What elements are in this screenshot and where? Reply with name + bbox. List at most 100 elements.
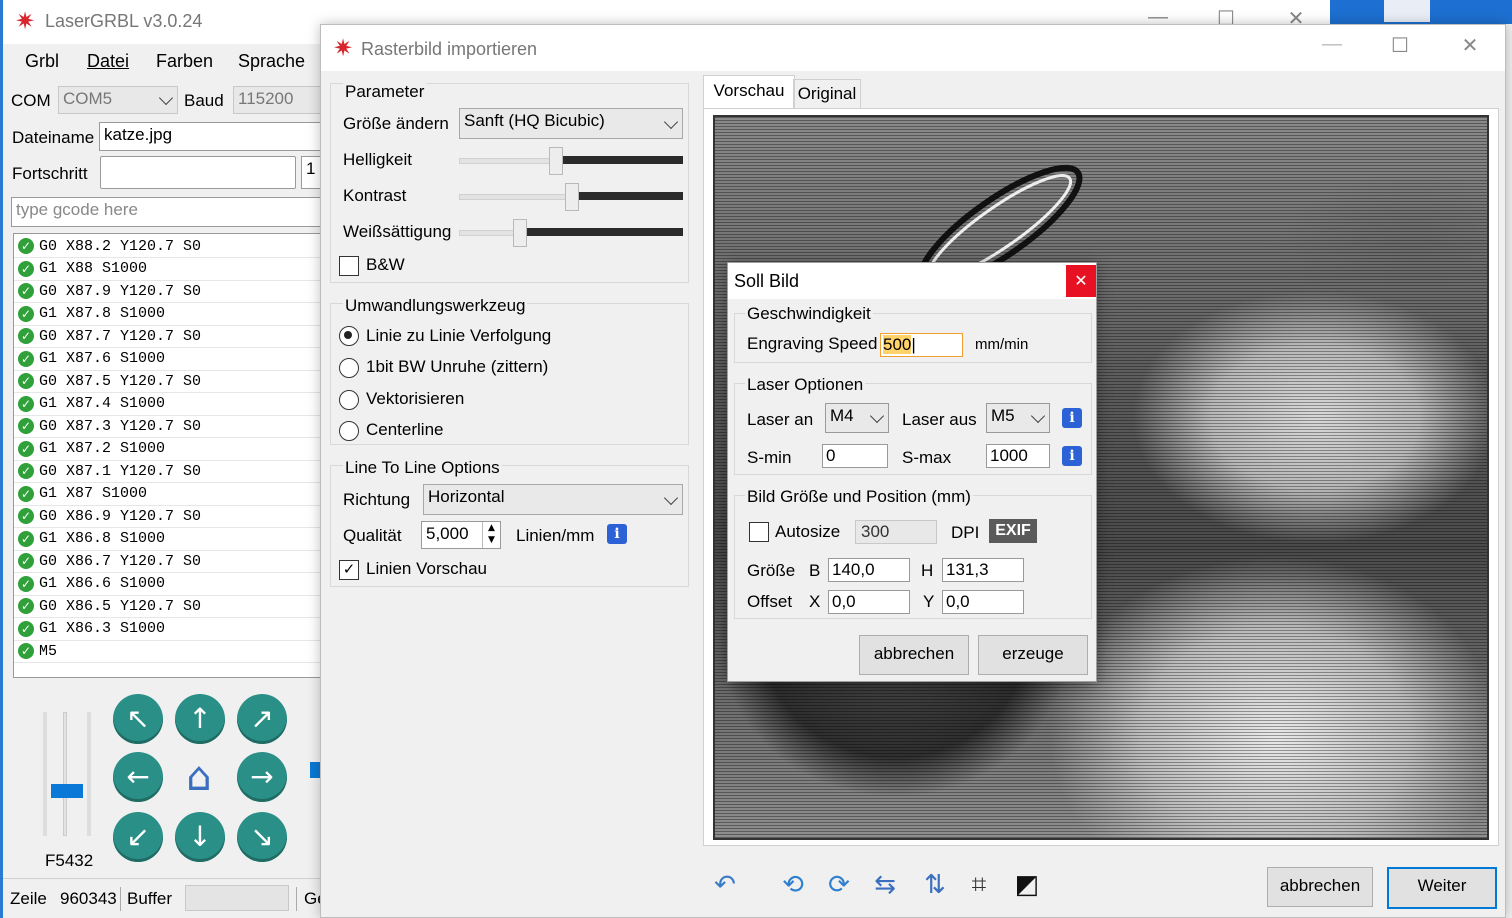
- offset-x-input[interactable]: 0,0: [828, 590, 910, 614]
- tool-option-dither: 1bit BW Unruhe (zittern): [366, 357, 549, 376]
- raster-cancel-button[interactable]: abbrechen: [1267, 867, 1373, 907]
- quality-info-icon[interactable]: i: [607, 524, 627, 544]
- contrast-thumb[interactable]: [565, 183, 579, 211]
- jog-left-button[interactable]: ←: [113, 752, 163, 802]
- jog-down-left-button[interactable]: ↙: [113, 812, 163, 862]
- bw-checkbox[interactable]: [339, 256, 359, 276]
- gcode-list[interactable]: ✓ G0 X88.2 Y120.7 S0 ✓ G1 X88 S1000 ✓ G0 X87.…: [13, 233, 341, 678]
- contrast-slider[interactable]: [459, 182, 683, 211]
- jog-up-left-button[interactable]: ↖: [113, 694, 163, 744]
- target-cancel-button[interactable]: abbrechen: [859, 635, 969, 675]
- gcode-row[interactable]: ✓ G0 X86.9 Y120.7 S0: [18, 505, 201, 527]
- gcode-row[interactable]: ✓ G1 X88 S1000: [18, 258, 147, 280]
- quality-stepper[interactable]: 5,000 ▲ ▼: [421, 521, 501, 549]
- dpi-input[interactable]: 300: [855, 520, 937, 544]
- quality-unit: Linien/mm: [516, 526, 595, 545]
- gcode-row[interactable]: ✓ G0 X87.7 Y120.7 S0: [18, 325, 201, 347]
- menu-datei[interactable]: Datei: [87, 51, 129, 72]
- smax-info-icon[interactable]: i: [1062, 446, 1082, 466]
- preview-lines-checkbox[interactable]: ✓: [339, 560, 359, 580]
- flip-vertical-icon[interactable]: ⇅: [917, 867, 953, 903]
- line-options-group: Line To Line Options Richtung Horizontal…: [330, 458, 689, 587]
- width-input[interactable]: 140,0: [828, 558, 910, 582]
- jog-down-right-button[interactable]: ↘: [237, 812, 287, 862]
- gcode-row[interactable]: ✓ G1 X86.3 S1000: [18, 618, 165, 640]
- jog-right-button[interactable]: →: [237, 752, 287, 802]
- jog-down-button[interactable]: ↓: [175, 812, 225, 862]
- gcode-row[interactable]: ✓ G0 X88.2 Y120.7 S0: [18, 235, 201, 257]
- gcode-row[interactable]: ✓ G1 X87.2 S1000: [18, 438, 165, 460]
- rotate-right-icon[interactable]: ⟳: [821, 867, 857, 903]
- whiteclip-thumb[interactable]: [513, 219, 527, 247]
- gcode-row[interactable]: ✓ G0 X86.5 Y120.7 S0: [18, 595, 201, 617]
- exif-button[interactable]: EXIF: [989, 519, 1037, 543]
- chevron-down-icon: [663, 490, 679, 505]
- tab-vorschau[interactable]: Vorschau: [703, 75, 795, 110]
- menu-grbl[interactable]: Grbl: [25, 51, 59, 72]
- crop-icon[interactable]: ⌗: [961, 867, 997, 903]
- raster-minimize-button[interactable]: —: [1317, 33, 1347, 56]
- check-circle-icon: ✓: [18, 553, 34, 569]
- whiteclip-slider[interactable]: [459, 218, 683, 247]
- tool-option-centerline: Centerline: [366, 420, 444, 439]
- direction-select[interactable]: Horizontal: [423, 484, 683, 515]
- gcode-row[interactable]: ✓ G0 X87.5 Y120.7 S0: [18, 370, 201, 392]
- gcode-row[interactable]: ✓ G1 X87.8 S1000: [18, 303, 165, 325]
- tool-radio-vector[interactable]: [339, 390, 359, 410]
- gcode-row-divider: [14, 662, 340, 663]
- speed-input[interactable]: 500|: [880, 333, 963, 357]
- laser-mode-info-icon[interactable]: i: [1062, 408, 1082, 428]
- speed-slider-rail-left: [43, 712, 47, 836]
- menu-farben[interactable]: Farben: [156, 51, 213, 72]
- flip-horizontal-icon[interactable]: ⇆: [867, 867, 903, 903]
- home-icon[interactable]: ⌂: [173, 752, 225, 802]
- tool-radio-line[interactable]: [339, 326, 359, 346]
- offset-y-input[interactable]: 0,0: [942, 590, 1024, 614]
- tool-radio-dither[interactable]: [339, 358, 359, 378]
- com-select[interactable]: COM5: [58, 86, 178, 114]
- raster-next-button[interactable]: Weiter: [1387, 867, 1497, 909]
- stepper-arrows-icon[interactable]: ▲ ▼: [482, 522, 500, 548]
- baud-label: Baud: [184, 91, 224, 110]
- invert-icon[interactable]: ◩: [1009, 867, 1045, 903]
- gcode-row[interactable]: ✓ G0 X86.7 Y120.7 S0: [18, 550, 201, 572]
- smin-input[interactable]: 0: [822, 444, 888, 468]
- gcode-row[interactable]: ✓ M5: [18, 640, 57, 662]
- gcode-row[interactable]: ✓ G0 X87.1 Y120.7 S0: [18, 460, 201, 482]
- resize-select[interactable]: Sanft (HQ Bicubic): [459, 108, 683, 139]
- laser-on-select[interactable]: M4: [825, 403, 889, 433]
- rotate-back-icon[interactable]: ↶: [707, 867, 743, 903]
- height-input[interactable]: 131,3: [942, 558, 1024, 582]
- menu-sprache[interactable]: Sprache: [238, 51, 305, 72]
- smax-input[interactable]: 1000: [986, 444, 1050, 468]
- speed-slider-thumb[interactable]: [51, 784, 83, 798]
- raster-maximize-button[interactable]: ☐: [1385, 33, 1415, 58]
- filename-field[interactable]: katze.jpg: [99, 122, 339, 151]
- gcode-row[interactable]: ✓ G1 X87 S1000: [18, 483, 147, 505]
- gcode-row[interactable]: ✓ G1 X86.8 S1000: [18, 528, 165, 550]
- target-close-button[interactable]: ✕: [1066, 265, 1096, 297]
- brightness-thumb[interactable]: [549, 147, 563, 175]
- gcode-row[interactable]: ✓ G0 X87.9 Y120.7 S0: [18, 280, 201, 302]
- brightness-slider[interactable]: [459, 146, 683, 175]
- gcode-row[interactable]: ✓ G0 X87.3 Y120.7 S0: [18, 415, 201, 437]
- main-title: LaserGRBL v3.0.24: [45, 11, 203, 31]
- status-divider: [120, 887, 121, 911]
- baud-select[interactable]: 115200: [233, 86, 333, 114]
- gcode-text: G1 X87.2 S1000: [39, 440, 166, 457]
- jog-up-right-button[interactable]: ↗: [237, 694, 287, 744]
- jog-up-button[interactable]: ↑: [175, 694, 225, 744]
- gcode-row[interactable]: ✓ G1 X87.6 S1000: [18, 348, 165, 370]
- gcode-row[interactable]: ✓ G1 X86.6 S1000: [18, 573, 165, 595]
- gcode-row[interactable]: ✓ G1 X87.4 S1000: [18, 393, 165, 415]
- rotate-left-icon[interactable]: ⟲: [775, 867, 811, 903]
- laser-off-select[interactable]: M5: [986, 403, 1050, 433]
- autosize-checkbox[interactable]: [749, 522, 769, 542]
- tab-original[interactable]: Original: [793, 79, 861, 110]
- gcode-input[interactable]: type gcode here: [11, 197, 341, 227]
- smin-label: S-min: [747, 448, 792, 467]
- target-create-button[interactable]: erzeuge: [978, 635, 1088, 675]
- speed-slider[interactable]: [43, 712, 91, 836]
- raster-close-button[interactable]: ✕: [1455, 33, 1485, 58]
- tool-radio-centerline[interactable]: [339, 421, 359, 441]
